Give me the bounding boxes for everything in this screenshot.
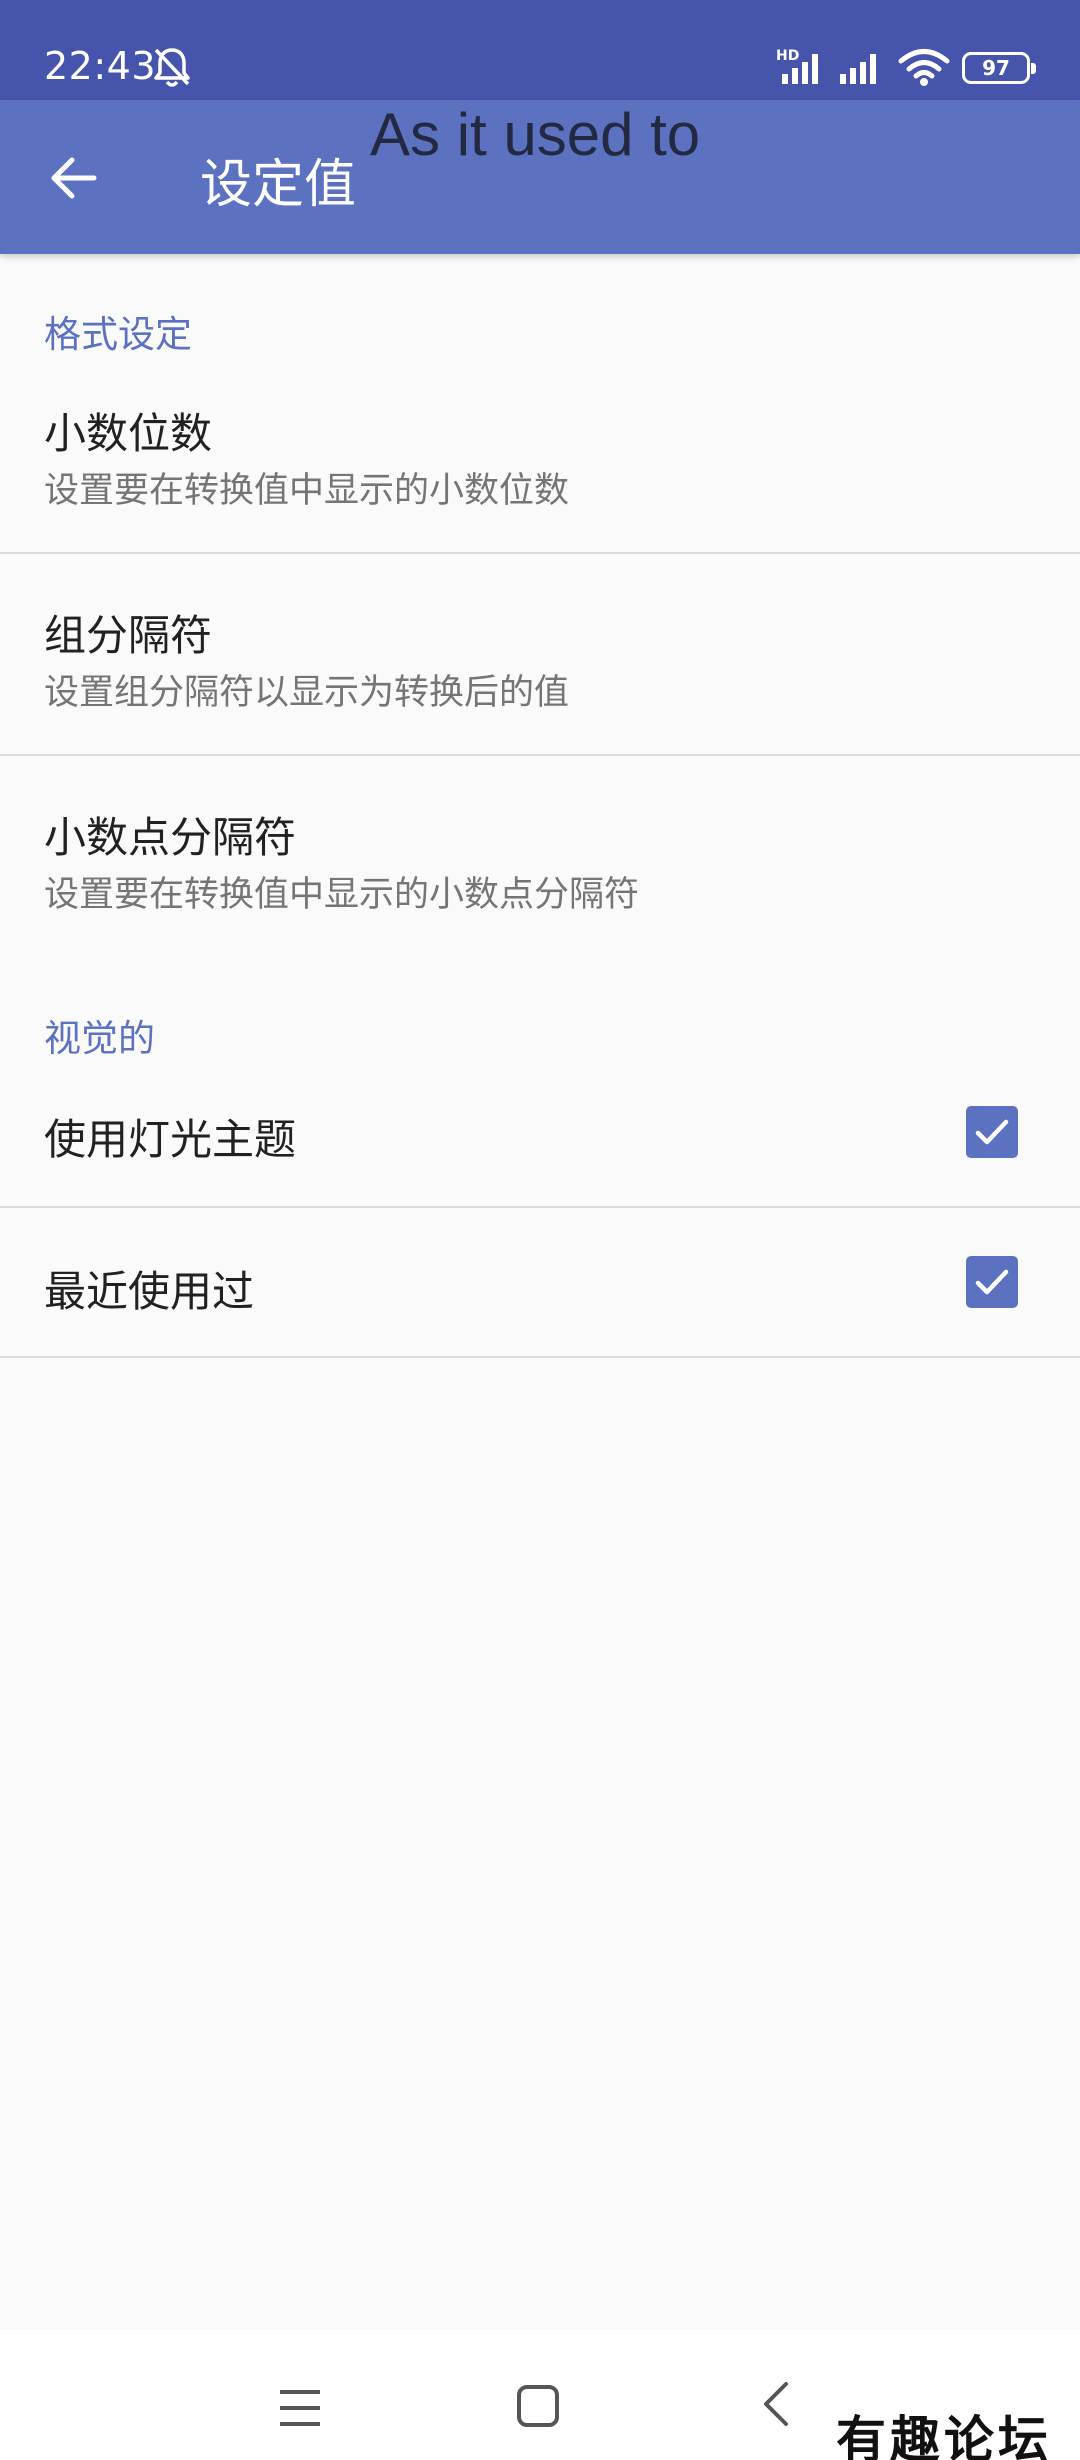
pref-summary: 设置组分隔符以显示为转换后的值 [44, 673, 570, 713]
pref-group-separator[interactable]: 组分隔符 设置组分隔符以显示为转换后的值 [0, 554, 1080, 754]
pref-title: 小数点分隔符 [44, 813, 297, 862]
pref-recently-used[interactable]: 最近使用过 [0, 1208, 1080, 1356]
signal-icon [782, 54, 818, 84]
status-time: 22:43 [44, 44, 157, 88]
battery-level: 97 [982, 56, 1010, 80]
bell-off-icon [154, 48, 190, 87]
pref-title: 最近使用过 [44, 1267, 255, 1316]
pref-title: 组分隔符 [44, 611, 213, 660]
divider [0, 1356, 1080, 1358]
recently-used-checkbox[interactable] [966, 1256, 1018, 1308]
pref-title: 小数位数 [44, 409, 213, 458]
arrow-left-icon[interactable] [48, 152, 100, 204]
signal-icon [840, 54, 876, 84]
wifi-icon [898, 49, 950, 86]
home-icon[interactable] [516, 2384, 560, 2428]
check-icon [975, 1269, 1009, 1295]
pref-summary: 设置要在转换值中显示的小数位数 [44, 471, 570, 511]
battery-icon: 97 [962, 52, 1036, 84]
pref-title: 使用灯光主题 [44, 1115, 297, 1164]
light-theme-checkbox[interactable] [966, 1106, 1018, 1158]
page-title: 设定值 [200, 155, 357, 215]
section-header-visual: 视觉的 [44, 1017, 155, 1060]
overlay-banner: As it used to [370, 101, 701, 168]
section-header-format: 格式设定 [44, 313, 192, 356]
menu-icon[interactable] [278, 2388, 322, 2428]
pref-decimal-places[interactable]: 小数位数 设置要在转换值中显示的小数位数 [0, 380, 1080, 552]
pref-decimal-separator[interactable]: 小数点分隔符 设置要在转换值中显示的小数点分隔符 [0, 756, 1080, 956]
pref-light-theme[interactable]: 使用灯光主题 [0, 1076, 1080, 1206]
pref-summary: 设置要在转换值中显示的小数点分隔符 [44, 875, 640, 915]
status-bar: 22:43 HD 97 [0, 0, 1080, 100]
back-icon[interactable] [760, 2380, 790, 2428]
watermark: 有趣论坛 [836, 2410, 1052, 2460]
check-icon [975, 1119, 1009, 1145]
